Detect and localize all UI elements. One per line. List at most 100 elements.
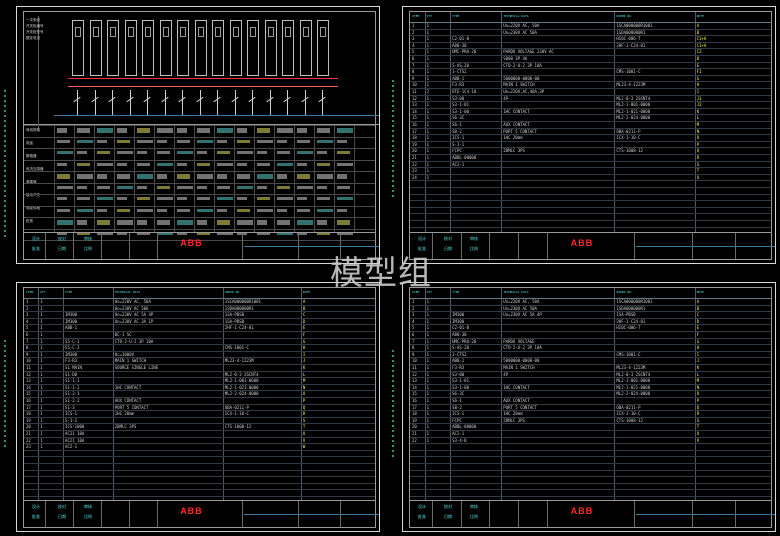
cabinet-outline [264, 20, 277, 76]
table-cell: 1HC CONTACT [503, 108, 530, 114]
cell-content [97, 162, 113, 166]
table-cell: UMC-PRO-20 [452, 338, 477, 344]
table-cell: PORT 5 CONTACT [503, 404, 537, 410]
row-label: 用途 [26, 141, 33, 145]
cabinet-outline [212, 20, 224, 76]
table-cell: 20 [26, 424, 31, 430]
table-cell: 1 [40, 404, 43, 410]
table-cell: A80-30 [452, 42, 467, 48]
table-row [24, 403, 375, 405]
table-cell: U [302, 431, 306, 436]
cell-content [57, 174, 70, 179]
table-cell: OBA-0211-P [224, 404, 249, 410]
row-label: 断路器 [26, 154, 37, 158]
table-cell: S800 3P 4A [503, 56, 528, 61]
table-row [410, 147, 771, 149]
table-cell: Un=230V AC 50A [503, 305, 537, 311]
drawing-sheet-parts-list-2[interactable]: ITEM QTY TYPE TECHNICAL DATA ORDER NO. NOTE 1 1… [16, 282, 380, 532]
table-cell: S1-2-1 [65, 391, 80, 397]
table-cell: Un=230V AC 5A 4P [114, 312, 154, 318]
table-row [410, 121, 771, 122]
cell-content [77, 174, 93, 179]
table-cell: 3-CTS2 [452, 69, 467, 75]
drawing-sheet-single-line[interactable]: 一次系统 开关柜编号 开关柜型号 额定电流 母线规格 用途 断路器 电流互感器 避雷器 接地开关电… [16, 6, 380, 264]
table-cell: 18 [412, 135, 417, 141]
busbar-line [68, 86, 338, 87]
cell-content [297, 151, 313, 154]
cell-content [317, 197, 330, 200]
table-cell: M [696, 122, 700, 127]
column-header: NOTE [302, 290, 311, 294]
table-cell: 19 [412, 141, 417, 147]
row-label: 开关柜编号 [26, 24, 44, 28]
table-cell: 1 [426, 325, 430, 331]
table-cell: PORT 5 CONTACT [503, 128, 537, 134]
table-cell: S1-1-2 [65, 384, 80, 390]
cabinet-outline [107, 20, 119, 76]
table-cell: 1 [426, 161, 430, 167]
table-cell: ML2-1-021-0000 [224, 384, 259, 390]
table-cell: S6-1 [452, 398, 462, 403]
table-cell: S8-2 [452, 404, 462, 410]
switch-symbol [229, 90, 243, 116]
table-cell: 16 [412, 398, 417, 403]
cell-content [217, 208, 227, 212]
column-divider [334, 125, 335, 233]
cell-content [197, 220, 207, 225]
sheet-frame: ITEM QTY TYPE TECHNICAL DATA ORDER NO. NOTE 1 1… [23, 287, 379, 528]
table-row [24, 194, 375, 195]
table-cell: 2 [412, 305, 415, 311]
table-cell: 1SA-PBSB [224, 318, 245, 324]
table-cell: P [302, 398, 306, 403]
table-row [410, 180, 771, 182]
table-cell: T [302, 424, 306, 430]
cell-content [97, 174, 107, 179]
cell-content [337, 139, 347, 143]
table-cell: H [696, 345, 700, 351]
left-margin-marks [392, 80, 396, 230]
cell-content [117, 197, 127, 200]
table-cell: PARDO VOLTAGE 230V AC [503, 49, 554, 55]
abb-logo: ABB [180, 506, 203, 516]
table-row [410, 449, 771, 451]
table-cell: H [696, 82, 700, 88]
table-row [24, 476, 375, 478]
cell-content [77, 185, 87, 189]
table-cell: UMC-PRO-20 [452, 49, 477, 55]
table-cell: W [302, 444, 306, 450]
table-cell: AUX CONTACT [503, 398, 530, 403]
table-cell: AC21 10A [65, 431, 85, 436]
table-cell: S [302, 417, 306, 423]
table-cell: S [696, 161, 700, 167]
table-cell: ML2-2-024-0000 [616, 391, 651, 397]
table-cell: ML2-2-024-0000 [224, 391, 259, 397]
cabinet-outline [317, 20, 329, 76]
table-cell: C [696, 312, 700, 318]
table-cell: 13 [26, 378, 31, 384]
title-block-field: 批准 [32, 514, 40, 519]
table-cell: ICX-1-10-C [616, 135, 641, 141]
title-block-field: 日期 [444, 246, 452, 251]
cell-content [277, 220, 290, 225]
column-divider [74, 125, 75, 233]
table-row [24, 304, 375, 306]
table-cell: 1 [426, 431, 430, 436]
cell-content [197, 128, 210, 133]
drawing-sheet-parts-list-3[interactable]: ITEM QTY TYPE TECHNICAL DATA ORDER NO. NOTE 1 1… [402, 282, 776, 532]
table-cell: ML23-4-1223M [616, 82, 646, 88]
column-divider [194, 125, 195, 233]
drawing-sheet-parts-list-1[interactable]: ITEM QTY TYPE TECHNICAL DATA ORDER NO. NOTE 1 1… [402, 6, 776, 264]
cell-content [237, 174, 250, 179]
table-row [24, 463, 375, 464]
cell-content [117, 139, 130, 143]
table-cell: 22 [412, 161, 417, 167]
column-header: ORDER NO. [616, 290, 633, 294]
cell-content [237, 162, 247, 166]
cell-content [77, 162, 90, 166]
table-cell: L [696, 115, 700, 121]
table-cell: 1 [426, 128, 430, 134]
cell-content [57, 128, 67, 133]
cell-content [97, 208, 107, 212]
table-cell: 8 [26, 345, 29, 351]
table-row [410, 213, 771, 215]
